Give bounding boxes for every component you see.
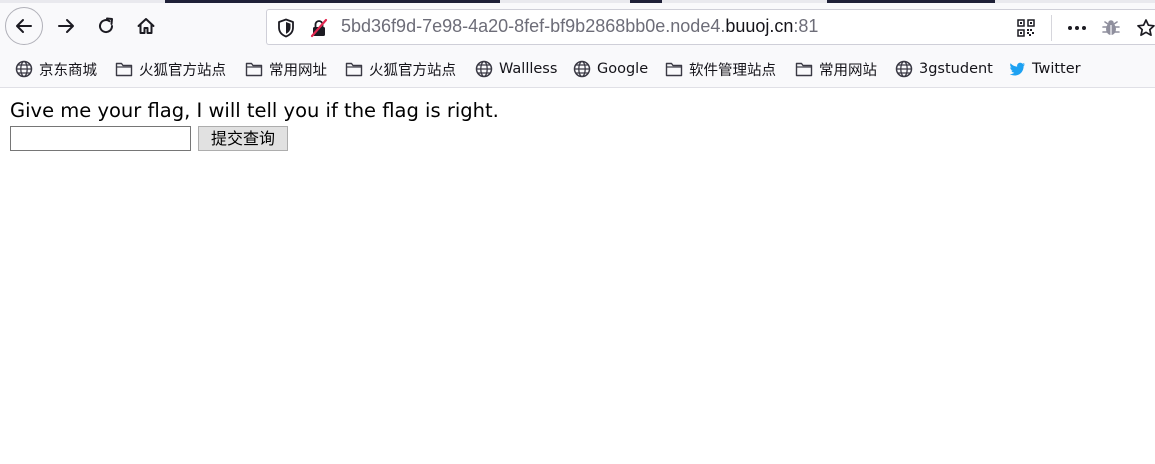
reload-button[interactable] — [90, 10, 122, 42]
bookmark-star-icon[interactable] — [1136, 18, 1155, 38]
globe-icon — [895, 60, 913, 78]
flag-input[interactable] — [10, 126, 191, 151]
bookmark-item[interactable]: Google — [573, 59, 648, 79]
url-prefix: 5bd36f9d-7e98-4a20-8fef-bf9b2868bb0e.nod… — [341, 16, 726, 36]
qr-code-icon[interactable] — [1017, 19, 1035, 37]
bookmark-label: 常用网址 — [269, 62, 327, 79]
bookmark-label: Twitter — [1032, 61, 1081, 77]
bookmark-folder[interactable]: 常用网址 — [245, 59, 327, 79]
bookmark-item[interactable]: Twitter — [1008, 59, 1081, 79]
reload-icon — [99, 17, 114, 34]
bookmark-folder[interactable]: 火狐官方站点 — [115, 59, 226, 79]
url-text[interactable]: 5bd36f9d-7e98-4a20-8fef-bf9b2868bb0e.nod… — [341, 16, 818, 37]
nav-toolbar: 5bd36f9d-7e98-4a20-8fef-bf9b2868bb0e.nod… — [0, 3, 1155, 49]
bookmark-label: 常用网站 — [819, 62, 877, 79]
bookmark-item[interactable]: Wallless — [475, 59, 557, 79]
folder-icon — [665, 62, 683, 77]
bookmark-item[interactable]: 3gstudent — [895, 59, 993, 79]
bookmark-folder[interactable]: 火狐官方站点 — [345, 59, 456, 79]
bookmark-folder[interactable]: 常用网站 — [795, 59, 877, 79]
forward-arrow-icon — [58, 19, 74, 33]
bookmark-folder[interactable]: 软件管理站点 — [665, 59, 776, 79]
bookmark-item[interactable]: 京东商城 — [15, 59, 97, 79]
bookmark-label: Google — [597, 61, 649, 77]
folder-icon — [245, 62, 263, 77]
forward-button[interactable] — [50, 10, 82, 42]
url-host: buuoj.cn — [725, 16, 794, 36]
extension-bug-icon[interactable] — [1101, 18, 1121, 38]
bookmark-label: 软件管理站点 — [689, 62, 776, 79]
more-actions-icon[interactable] — [1066, 19, 1088, 37]
flag-prompt: Give me your flag, I will tell you if th… — [10, 99, 499, 122]
globe-icon — [573, 60, 591, 78]
insecure-lock-icon[interactable] — [309, 18, 329, 38]
globe-icon — [15, 60, 33, 78]
folder-icon — [795, 62, 813, 77]
home-button[interactable] — [130, 10, 162, 42]
bookmark-label: 3gstudent — [919, 61, 993, 77]
submit-query-button[interactable]: 提交查询 — [198, 126, 288, 151]
bookmark-label: 火狐官方站点 — [369, 62, 456, 79]
bookmarks-toolbar: 京东商城 火狐官方站点 常用网址 火狐官方站点 Wallless Google … — [0, 49, 1155, 88]
folder-icon — [345, 62, 363, 77]
home-icon — [137, 18, 155, 34]
url-bar-divider — [1051, 15, 1052, 41]
url-bar[interactable]: 5bd36f9d-7e98-4a20-8fef-bf9b2868bb0e.nod… — [266, 9, 1155, 45]
url-port: :81 — [793, 16, 819, 36]
bookmark-label: 火狐官方站点 — [139, 62, 226, 79]
folder-icon — [115, 62, 133, 77]
bookmark-label: 京东商城 — [39, 62, 97, 79]
back-arrow-icon — [16, 19, 32, 33]
globe-icon — [475, 60, 493, 78]
page-content: Give me your flag, I will tell you if th… — [10, 99, 499, 151]
twitter-icon — [1009, 62, 1025, 76]
back-button[interactable] — [5, 7, 43, 45]
bookmark-label: Wallless — [499, 61, 558, 77]
shield-icon[interactable] — [277, 18, 295, 38]
